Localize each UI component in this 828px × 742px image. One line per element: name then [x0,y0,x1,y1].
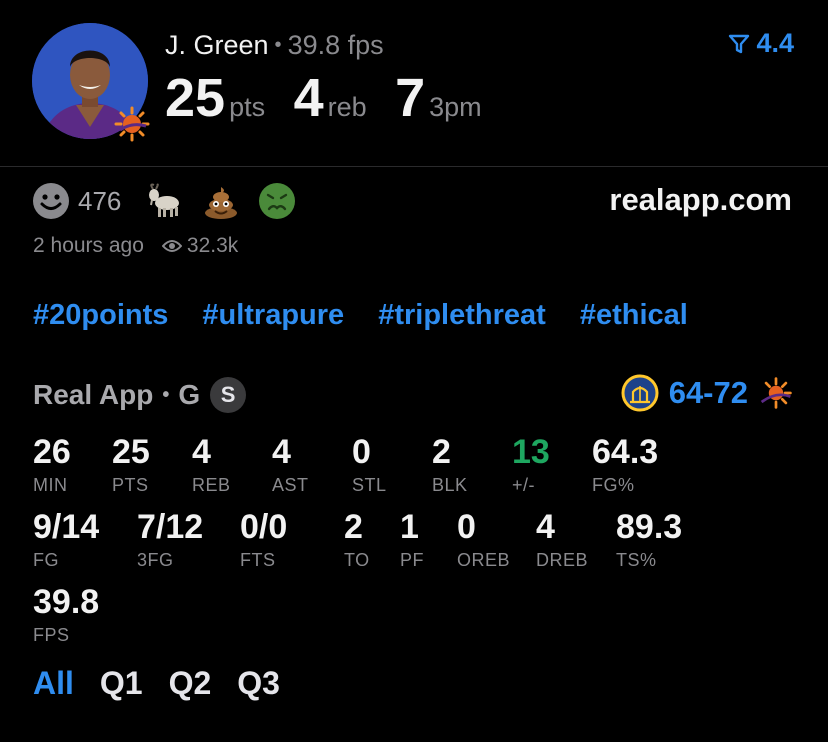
stat-label: DREB [536,550,589,570]
stat-fts: 0/0 FTS [240,510,287,571]
stat-ast: 4 AST [272,435,309,496]
post-time: 2 hours ago [33,234,144,257]
view-count: 32.3k [186,234,239,257]
stat-pts: 25 PTS [112,435,150,496]
stat-min: 26 MIN [33,435,71,496]
stat-value: 9/14 [33,508,100,546]
filter-funnel-icon [729,34,750,53]
hashtag-link[interactable]: #ethical [580,299,688,332]
stat-label: AST [272,475,309,495]
stat-plus-minus: 13 +/- [512,435,550,496]
stat-value: 0/0 [240,508,288,546]
stat-to: 2 TO [344,510,370,571]
stat-value: 0 [352,433,371,471]
warriors-logo-icon [621,374,659,412]
stat-3fg: 7/12 3FG [137,510,203,571]
stat-fg-pct: 64.3 FG% [592,435,658,496]
suns-logo-icon [760,377,792,409]
stat-value: 13 [512,433,550,471]
stat-label: FPS [33,625,70,645]
stat-label: MIN [33,475,68,495]
headline-points-unit: pts [229,92,266,122]
stat-label: OREB [457,550,511,570]
stat-dreb: 4 DREB [536,510,588,571]
stat-label: BLK [432,475,468,495]
stat-ts-pct: 89.3 TS% [616,510,682,571]
stat-blk: 2 BLK [432,435,468,496]
stat-label: STL [352,475,387,495]
game-league-line: Real App • G S [33,377,247,413]
stat-value: 0 [457,508,476,546]
stat-pf: 1 PF [400,510,424,571]
stat-value: 25 [112,433,150,471]
stat-value: 7/12 [137,508,204,546]
stat-value: 4 [272,433,291,471]
stat-value: 89.3 [616,508,683,546]
stat-value: 2 [344,508,363,546]
hashtag-link[interactable]: #20points [33,299,168,332]
site-link[interactable]: realapp.com [609,182,792,218]
player-name-line: J. Green • 39.8 fps [165,30,384,61]
header-divider [0,166,828,167]
stat-value: 2 [432,433,451,471]
tab-q3[interactable]: Q3 [237,665,280,702]
headline-points-value: 25 [165,68,226,128]
reactions-bar: 476 [32,180,313,222]
post-meta: 2 hours ago 32.3k [33,234,238,258]
stat-value: 39.8 [33,583,100,621]
stat-label: FG% [592,475,635,495]
game-score[interactable]: 64-72 [621,374,794,412]
poop-emoji-icon[interactable] [201,181,241,221]
nauseated-emoji-icon[interactable] [257,181,297,221]
hashtag-link[interactable]: #ultrapure [202,299,344,332]
stat-label: PF [400,550,425,570]
goat-emoji-icon[interactable] [145,181,185,221]
stat-oreb: 0 OREB [457,510,510,571]
hashtag-list: #20points #ultrapure #triplethreat #ethi… [33,299,688,332]
stat-value: 4 [536,508,555,546]
stat-value: 4 [192,433,211,471]
player-position: G [178,379,201,410]
rating-value: 4.4 [756,28,794,58]
eye-icon [161,240,182,252]
tab-q1[interactable]: Q1 [100,665,143,702]
separator-dot: • [162,383,170,406]
separator-dot: • [274,34,282,56]
smiley-react-icon[interactable] [32,182,70,220]
league-name: Real App [33,379,154,410]
stat-value: 1 [400,508,419,546]
score-text: 64-72 [668,375,748,410]
tab-q2[interactable]: Q2 [169,665,212,702]
stat-label: TS% [616,550,657,570]
stat-label: REB [192,475,231,495]
headline-rebounds-unit: reb [327,92,367,122]
headline-rebounds-value: 4 [293,68,324,128]
stat-label: FG [33,550,59,570]
player-fps: 39.8 fps [287,30,384,60]
stat-fps: 39.8 FPS [33,585,99,646]
player-name[interactable]: J. Green [165,30,269,60]
stat-value: 64.3 [592,433,659,471]
stat-value: 26 [33,433,71,471]
stat-label: 3FG [137,550,174,570]
hashtag-link[interactable]: #triplethreat [378,299,546,332]
stat-fg: 9/14 FG [33,510,99,571]
stat-label: FTS [240,550,276,570]
stat-reb: 4 REB [192,435,231,496]
rating-button[interactable]: 4.4 [728,28,794,59]
stat-label: +/- [512,475,536,495]
quarter-tabs: All Q1 Q2 Q3 [33,665,280,702]
headline-stats: 25 pts 4 reb 7 3pm [165,67,506,129]
tab-all[interactable]: All [33,665,74,702]
stat-stl: 0 STL [352,435,387,496]
headline-threes-value: 7 [395,68,426,128]
suns-logo-icon [114,106,150,142]
headline-threes-unit: 3pm [429,92,482,122]
stat-label: TO [344,550,370,570]
reaction-count: 476 [78,185,122,216]
starter-badge: S [210,377,247,413]
stat-label: PTS [112,475,149,495]
